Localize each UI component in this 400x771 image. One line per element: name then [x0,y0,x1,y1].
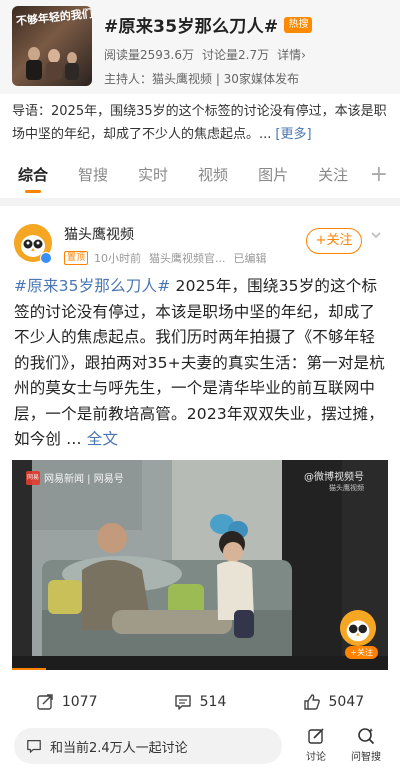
watermark-netease: 网易 网易新闻 | 网易号 [26,470,124,485]
watermark-weibo: @微博视频号 猫头鹰视频 [304,468,364,493]
tab-realtime[interactable]: 实时 [138,158,168,194]
follow-button[interactable]: +关注 [306,228,362,254]
comment-count: 514 [199,694,227,710]
edited-label[interactable]: 已编辑 [234,250,267,266]
repost-count: 1077 [61,694,98,710]
discussion-count: 讨论量2.7万 [202,48,270,62]
discuss-placeholder: 和当前2.4万人一起讨论 [50,740,188,756]
tab-comprehensive[interactable]: 综合 [18,158,48,194]
comment-icon [174,695,191,710]
tab-images[interactable]: 图片 [258,158,288,194]
details-link[interactable]: 详情› [277,46,306,63]
post-hashtag[interactable]: #原来35岁那么刀人# [14,277,170,295]
owl-logo-icon [340,610,376,646]
netease-logo-icon: 网易 [26,470,40,485]
post-text: 2025年，围绕35岁的这个标签的讨论没有停过，本该是职场中坚的年纪，却成了不少… [14,277,385,448]
topic-stats: 阅读量2593.6万 讨论量2.7万 详情› [104,46,306,63]
like-count: 5047 [328,694,365,710]
topic-title-row: #原来35岁那么刀人# 热搜 [104,12,313,37]
thumbs-up-icon [303,694,320,710]
discuss-button-label: 讨论 [306,752,326,763]
pinned-badge: 置顶 [64,251,89,265]
intro-text: 导语：2025年，围绕35岁的这个标签的讨论没有停过，本该是职场中坚的年纪，却成… [12,104,387,142]
ask-button-label: 问智搜 [351,752,381,763]
bottom-bar: 和当前2.4万人一起讨论 讨论 问智搜 [0,722,400,771]
post-source: 猫头鹰视频官... [149,252,226,265]
repost-button[interactable]: 1077 [0,684,133,720]
read-count: 阅读量2593.6万 [104,48,194,62]
topic-header: 不够年轻的我们 #原来35岁那么刀人# 热搜 阅读量2593.6万 讨论量2.7… [0,0,400,94]
video-progress-bar[interactable] [12,668,46,670]
hot-badge: 热搜 [284,16,313,33]
post-menu-button[interactable] [364,226,388,250]
post-time: 10小时前 [94,252,142,265]
post-meta: 置顶 10小时前 猫头鹰视频官... 已编辑 [64,250,275,266]
more-link[interactable]: [更多] [275,127,311,142]
full-text-link[interactable]: 全文 [87,430,118,448]
watermark-left-text: 网易新闻 | 网易号 [44,474,124,485]
repost-icon [37,694,53,710]
topic-intro: 导语：2025年，围绕35岁的这个标签的讨论没有停过，本该是职场中坚的年纪，却成… [12,100,388,146]
add-tab-button[interactable]: + [370,164,388,186]
post-actions: 1077 514 5047 [0,684,400,720]
chevron-down-icon [371,232,381,239]
comment-button[interactable]: 514 [133,684,266,720]
video-author-avatar[interactable] [340,610,376,646]
discuss-button[interactable]: 讨论 [296,726,336,763]
cover-title: 不够年轻的我们 [15,7,92,28]
ask-smart-search-button[interactable]: 问智搜 [346,726,386,763]
topic-host: 主持人：猫头鹰视频 | 30家媒体发布 [104,72,299,86]
watermark-right-text: @微博视频号 [304,472,364,483]
tab-bar: 综合 智搜 实时 视频 图片 关注 + [0,158,400,194]
tab-smart-search[interactable]: 智搜 [78,158,108,194]
tab-following[interactable]: 关注 [318,158,348,194]
video-follow-button[interactable]: +关注 [345,646,378,659]
watermark-right-sub: 猫头鹰视频 [329,484,364,492]
tab-video[interactable]: 视频 [198,158,228,194]
cover-figures-graphic [26,47,79,80]
like-button[interactable]: 5047 [267,684,400,720]
post-header: 猫头鹰视频 置顶 10小时前 猫头鹰视频官... 已编辑 +关注 [0,212,400,268]
topic-title: #原来35岁那么刀人# [104,17,279,37]
video-player[interactable]: 网易 网易新闻 | 网易号 @微博视频号 猫头鹰视频 +关注 [12,460,388,670]
section-divider [0,198,400,206]
edit-icon [308,728,324,744]
topic-cover-image[interactable]: 不够年轻的我们 [12,6,92,86]
chat-icon [27,740,41,753]
verified-badge-icon [40,252,52,264]
post-body: #原来35岁那么刀人# 2025年，围绕35岁的这个标签的讨论没有停过，本该是职… [14,274,388,453]
author-name[interactable]: 猫头鹰视频 [64,224,134,244]
ai-search-icon [358,728,375,745]
discuss-input[interactable]: 和当前2.4万人一起讨论 [14,728,282,764]
